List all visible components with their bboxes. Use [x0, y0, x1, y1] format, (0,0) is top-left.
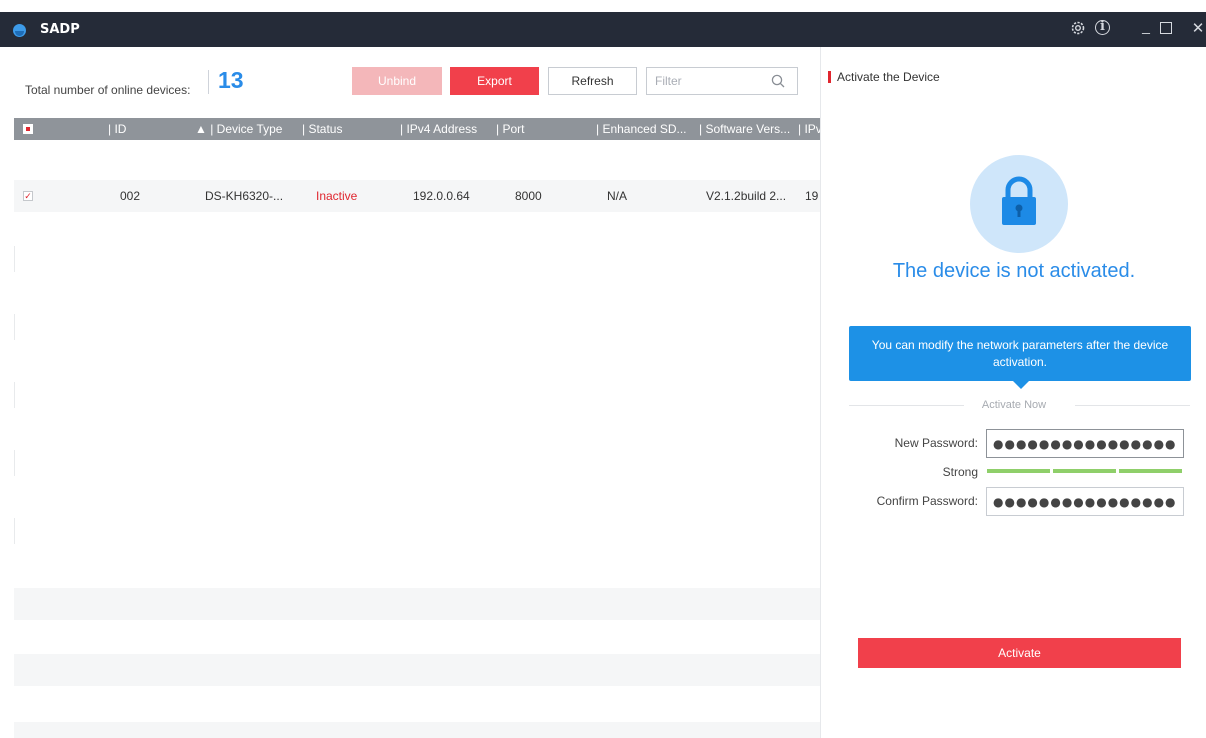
cell-enhanced-sdk: N/A	[607, 189, 628, 203]
search-icon[interactable]	[771, 74, 785, 88]
cell-ipv4-gateway: 19	[805, 189, 819, 203]
row-separator	[14, 314, 15, 340]
empty-row	[14, 588, 820, 620]
device-list-pane: Total number of online devices: 13 Unbin…	[0, 47, 822, 738]
sadp-logo-icon	[13, 24, 26, 37]
strength-bar-segment	[987, 469, 1050, 473]
total-devices-count: 13	[218, 67, 244, 93]
filter-box	[646, 67, 798, 95]
new-password-label: New Password:	[894, 436, 978, 450]
strength-label: Strong	[942, 465, 978, 479]
column-header-software-version[interactable]: | Software Vers...	[699, 122, 790, 136]
activate-now-label: Activate Now	[981, 399, 1047, 411]
activate-button[interactable]: Activate	[858, 638, 1181, 668]
column-header-ipv4-address[interactable]: | IPv4 Address	[400, 122, 477, 136]
total-divider	[208, 70, 209, 94]
activation-tooltip: You can modify the network parameters af…	[849, 326, 1191, 389]
strength-bar-segment	[1119, 469, 1182, 473]
table-header: | ID ▲ | Device Type | Status | IPv4 Add…	[14, 118, 822, 140]
total-devices-label: Total number of online devices:	[25, 83, 191, 97]
row-separator	[14, 450, 15, 476]
cell-id: 002	[120, 189, 141, 203]
cell-software-version: V2.1.2build 2...	[706, 189, 787, 203]
minimize-icon[interactable]: _	[1136, 16, 1156, 36]
row-separator	[14, 382, 15, 408]
column-header-device-type[interactable]: ▲ | Device Type	[195, 122, 282, 136]
column-header-enhanced-sdk[interactable]: | Enhanced SD...	[596, 122, 687, 136]
filter-input[interactable]	[655, 73, 765, 89]
empty-row	[14, 654, 820, 686]
row-checkbox[interactable]: ✓	[23, 191, 33, 201]
strength-bar-segment	[1053, 469, 1116, 473]
close-icon[interactable]: ✕	[1188, 19, 1206, 39]
row-separator	[14, 518, 15, 544]
lock-icon	[1002, 176, 1036, 225]
section-marker	[828, 71, 831, 83]
confirm-password-label: Confirm Password:	[876, 494, 978, 508]
row-separator	[14, 246, 15, 272]
cell-port: 8000	[515, 189, 542, 203]
new-password-field[interactable]	[986, 429, 1184, 458]
title-bar: SADP i _ ✕	[0, 12, 1206, 47]
gear-icon[interactable]	[1068, 19, 1088, 39]
activation-status-text: The device is not activated.	[892, 260, 1136, 282]
cell-ipv4-address: 192.0.0.64	[413, 189, 470, 203]
column-header-id[interactable]: | ID	[108, 122, 126, 136]
column-header-port[interactable]: | Port	[496, 122, 524, 136]
table-row[interactable]: ✓ 002 DS-KH6320-... Inactive 192.0.0.64 …	[14, 180, 820, 212]
activate-panel: Activate the Device The device is not ac…	[820, 47, 1206, 738]
app-title: SADP	[40, 22, 80, 37]
activate-panel-title: Activate the Device	[837, 70, 940, 84]
empty-row	[14, 722, 820, 738]
cell-status: Inactive	[316, 189, 358, 203]
lock-badge	[970, 155, 1068, 253]
select-all-checkbox[interactable]	[23, 124, 33, 134]
confirm-password-field[interactable]	[986, 487, 1184, 516]
column-header-status[interactable]: | Status	[302, 122, 342, 136]
maximize-icon[interactable]	[1160, 22, 1172, 34]
cell-device-type: DS-KH6320-...	[205, 189, 284, 203]
info-icon[interactable]: i	[1095, 20, 1110, 35]
gear-icon-svg	[1071, 21, 1085, 35]
refresh-button[interactable]: Refresh	[548, 67, 637, 95]
unbind-button[interactable]: Unbind	[352, 67, 442, 95]
column-header-ipv4-gateway[interactable]: | IPv	[798, 122, 822, 136]
export-button[interactable]: Export	[450, 67, 539, 95]
